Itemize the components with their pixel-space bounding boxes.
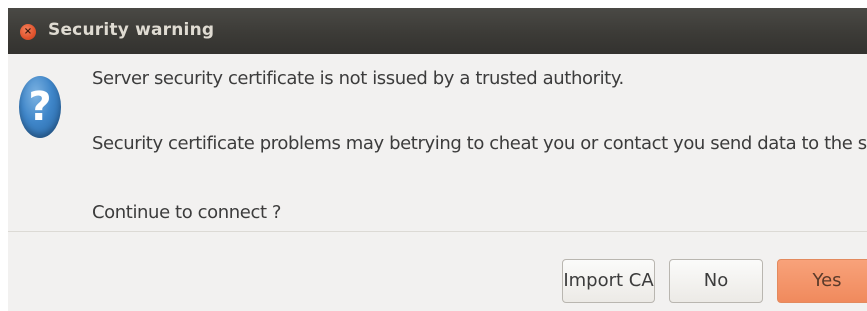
- question-icon: ?: [19, 76, 61, 138]
- import-ca-button[interactable]: Import CA: [562, 259, 655, 303]
- dialog-title: Security warning: [48, 20, 215, 40]
- close-button[interactable]: ×: [20, 24, 36, 40]
- message-certificate-problems: Security certificate problems may betryi…: [92, 133, 867, 154]
- message-certificate-untrusted: Server security certificate is not issue…: [92, 68, 624, 89]
- yes-button[interactable]: Yes: [777, 259, 867, 303]
- separator: [8, 231, 867, 232]
- title-bar[interactable]: × Security warning: [8, 8, 867, 54]
- security-warning-dialog: × Security warning ? Server security cer…: [8, 8, 867, 311]
- page: × Security warning ? Server security cer…: [0, 0, 867, 311]
- no-button[interactable]: No: [669, 259, 763, 303]
- close-icon: ×: [23, 26, 33, 37]
- message-continue-prompt: Continue to connect ?: [92, 202, 282, 223]
